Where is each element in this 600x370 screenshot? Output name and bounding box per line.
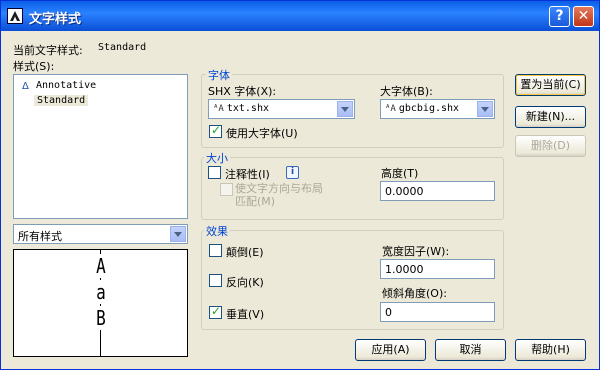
title-bar[interactable]: 文字样式 ? ✕ [1, 1, 599, 31]
set-current-button[interactable]: 置为当前(C) [515, 74, 586, 96]
shx-font-dropdown[interactable]: ᴬA txt.shx [208, 99, 355, 119]
shx-font-icon: ᴬA [213, 104, 224, 114]
big-font-value: gbcbig.shx [398, 103, 460, 114]
new-style-button[interactable]: 新建(N)... [515, 106, 586, 128]
use-big-font-label[interactable]: 使用大字体(U) [226, 125, 298, 141]
annotative-checkbox[interactable] [208, 166, 221, 179]
styles-label: 样式(S): [13, 60, 55, 73]
style-filter-dropdown[interactable]: 所有样式 [13, 224, 188, 244]
backwards-label[interactable]: 反向(K) [226, 274, 264, 290]
style-item-standard[interactable]: Standard [34, 95, 89, 106]
height-input[interactable]: 0.0000 [380, 181, 495, 201]
height-label: 高度(T) [381, 167, 419, 180]
backwards-checkbox[interactable] [209, 274, 222, 287]
preview-char-3: B [93, 306, 109, 330]
size-group-title: 大小 [204, 150, 230, 166]
info-icon[interactable]: i [286, 166, 299, 179]
vertical-checkbox[interactable] [209, 304, 222, 319]
big-font-dropdown[interactable]: ᴬA gbcbig.shx [380, 99, 495, 119]
match-layout-label-line2: 匹配(M) [235, 195, 276, 208]
big-font-label: 大字体(B): [380, 85, 433, 98]
style-item-annotative[interactable]: Annotative [36, 80, 96, 91]
shx-font-label: SHX 字体(X): [208, 85, 277, 98]
styles-listbox[interactable]: Δ Annotative Standard [13, 74, 188, 219]
oblique-angle-label: 倾斜角度(O): [382, 287, 447, 300]
help-title-button[interactable]: ? [549, 6, 570, 27]
style-filter-value: 所有样式 [18, 230, 62, 243]
close-button[interactable]: ✕ [573, 6, 594, 27]
chevron-down-icon[interactable] [170, 226, 186, 242]
current-style-value: Standard [98, 42, 147, 53]
preview-char-2: a [93, 280, 109, 304]
annotative-label[interactable]: 注释性(I) [225, 166, 270, 182]
cancel-button[interactable]: 取消 [435, 339, 506, 361]
oblique-angle-input[interactable]: 0 [380, 302, 495, 322]
chevron-down-icon[interactable] [477, 101, 493, 117]
upside-down-label[interactable]: 颠倒(E) [226, 244, 264, 260]
width-factor-label: 宽度因子(W): [382, 245, 450, 258]
delete-style-button[interactable]: 删除(D) [515, 135, 586, 157]
annotative-icon: Δ [22, 81, 29, 92]
autocad-app-icon [7, 8, 23, 24]
preview-char-1: A [93, 254, 109, 278]
current-style-label: 当前文字样式: [13, 44, 83, 57]
shx-font-value: txt.shx [226, 103, 269, 114]
upside-down-checkbox[interactable] [209, 244, 222, 257]
vertical-label[interactable]: 垂直(V) [226, 306, 264, 322]
chevron-down-icon[interactable] [337, 101, 353, 117]
text-style-dialog: 文字样式 ? ✕ 当前文字样式: Standard 样式(S): Δ Annot… [0, 0, 600, 370]
match-layout-label: 使文字方向与布局 匹配(M) [235, 182, 323, 208]
use-big-font-checkbox[interactable] [209, 123, 222, 138]
help-button[interactable]: 帮助(H) [515, 339, 586, 361]
preview-box: A a B [13, 249, 188, 357]
effects-group-title: 效果 [204, 223, 230, 239]
big-font-icon: ᴬA [385, 104, 396, 114]
match-layout-checkbox[interactable] [220, 183, 233, 196]
apply-button[interactable]: 应用(A) [355, 339, 426, 361]
width-factor-input[interactable]: 1.0000 [380, 259, 495, 279]
match-layout-label-line1: 使文字方向与布局 [235, 182, 323, 195]
window-title: 文字样式 [29, 12, 82, 27]
font-group-title: 字体 [206, 67, 232, 83]
